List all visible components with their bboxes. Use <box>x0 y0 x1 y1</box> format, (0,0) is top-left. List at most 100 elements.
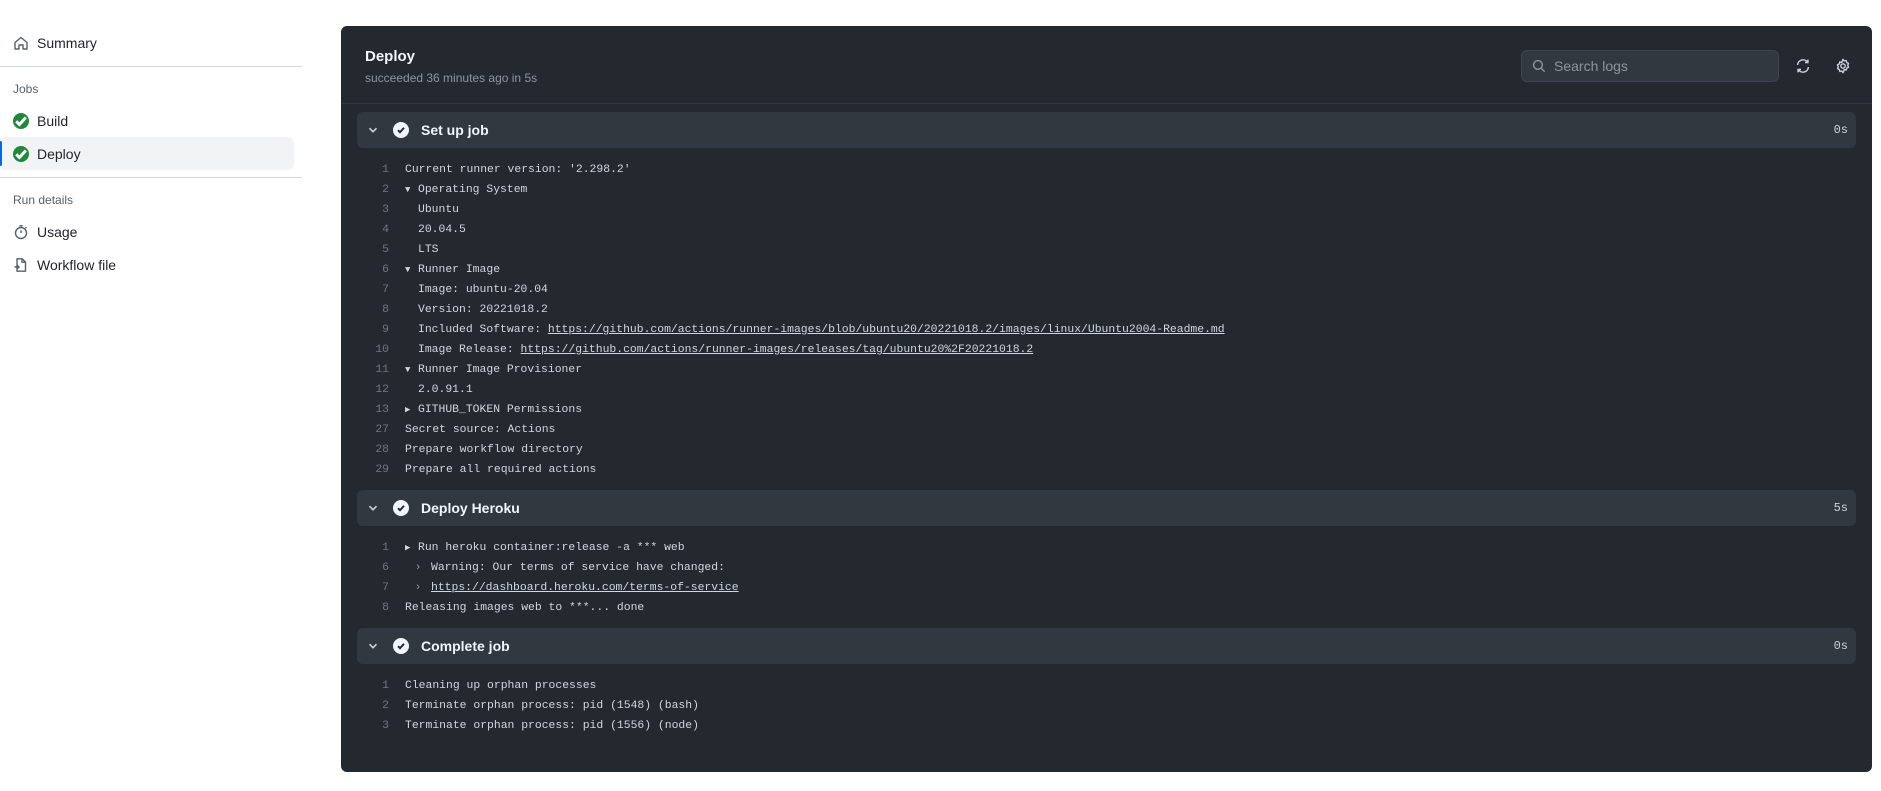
job-title: Deploy <box>365 48 416 65</box>
log-text: Releasing images web to ***... done <box>405 602 645 614</box>
log-line[interactable]: 11 ▼ Runner Image Provisioner <box>357 360 1856 380</box>
triangle-right-icon[interactable]: ▶ <box>405 543 418 553</box>
sidebar-divider <box>0 177 302 178</box>
log-link[interactable]: https://github.com/actions/runner-images… <box>521 344 1034 356</box>
log-link[interactable]: https://github.com/actions/runner-images… <box>548 324 1225 336</box>
job-log-panel: Deploy succeeded 36 minutes ago in 5s Se… <box>341 26 1872 772</box>
line-number[interactable]: 3 <box>357 720 405 732</box>
step-duration: 0s <box>1833 639 1848 653</box>
log-text: Current runner version: '2.298.2' <box>405 164 631 176</box>
run-details-heading: Run details <box>13 193 74 207</box>
line-number[interactable]: 6 <box>357 264 405 276</box>
stopwatch-icon <box>13 224 29 240</box>
log-text: 2.0.91.1 <box>418 384 473 396</box>
log-text: Ubuntu <box>418 204 460 216</box>
log-line[interactable]: 13 ▶ GITHUB_TOKEN Permissions <box>357 400 1856 420</box>
log-line: 2 Terminate orphan process: pid (1548) (b… <box>357 696 1856 716</box>
sidebar-item-label: Summary <box>37 34 97 51</box>
log-link[interactable]: https://dashboard.heroku.com/terms-of-se… <box>431 582 739 594</box>
line-number[interactable]: 2 <box>357 700 405 712</box>
triangle-down-icon[interactable]: ▼ <box>405 365 418 375</box>
line-number[interactable]: 2 <box>357 184 405 196</box>
log-line: 1 Cleaning up orphan processes <box>357 676 1856 696</box>
check-circle-icon <box>13 145 29 162</box>
line-number[interactable]: 6 <box>357 562 405 574</box>
line-number[interactable]: 5 <box>357 244 405 256</box>
sidebar-item-deploy[interactable]: Deploy <box>0 137 294 170</box>
log-text: Cleaning up orphan processes <box>405 680 597 692</box>
log-line: 29 Prepare all required actions <box>357 460 1856 480</box>
refresh-button[interactable] <box>1793 56 1813 76</box>
line-number[interactable]: 28 <box>357 444 405 456</box>
log-line: 28 Prepare workflow directory <box>357 440 1856 460</box>
log-text: Image: ubuntu-20.04 <box>418 284 548 296</box>
log-line: 5 LTS <box>357 240 1856 260</box>
line-number[interactable]: 12 <box>357 384 405 396</box>
sidebar-item-label: Deploy <box>37 145 81 162</box>
line-number[interactable]: 7 <box>357 284 405 296</box>
step-name: Deploy Heroku <box>421 500 520 516</box>
log-text: Run heroku container:release -a *** web <box>418 542 685 554</box>
log-line[interactable]: 1 ▶ Run heroku container:release -a *** we… <box>357 538 1856 558</box>
step-log: 1 Cleaning up orphan processes 2 Terminate … <box>357 664 1856 746</box>
log-text: Image Release: <box>418 344 521 356</box>
log-line: 7 Image: ubuntu-20.04 <box>357 280 1856 300</box>
log-line: 3 Terminate orphan process: pid (1556) (n… <box>357 716 1856 736</box>
log-text: Prepare workflow directory <box>405 444 583 456</box>
log-text: Warning: Our terms of service have chang… <box>431 562 725 574</box>
job-status-text: succeeded 36 minutes ago in 5s <box>365 71 538 85</box>
step-duration: 5s <box>1833 501 1848 515</box>
log-text: Operating System <box>418 184 528 196</box>
line-number[interactable]: 13 <box>357 404 405 416</box>
chevron-down-icon <box>365 638 381 654</box>
line-number[interactable]: 29 <box>357 464 405 476</box>
search-logs-box[interactable] <box>1521 50 1779 82</box>
line-number[interactable]: 4 <box>357 224 405 236</box>
log-line[interactable]: 6 ▼ Runner Image <box>357 260 1856 280</box>
home-icon <box>13 35 29 51</box>
sidebar-item-usage[interactable]: Usage <box>0 215 294 248</box>
check-circle-icon <box>393 638 409 654</box>
settings-button[interactable] <box>1833 56 1853 76</box>
log-text: LTS <box>418 244 439 256</box>
sidebar-item-summary[interactable]: Summary <box>0 26 294 59</box>
triangle-right-icon[interactable]: ▶ <box>405 405 418 415</box>
run-sidebar: Summary Jobs Build Deploy Run details Us… <box>0 26 302 281</box>
step-log: 1 ▶ Run heroku container:release -a *** we… <box>357 526 1856 628</box>
log-line: 6 › Warning: Our terms of service have cha… <box>357 558 1856 578</box>
sidebar-item-build[interactable]: Build <box>0 104 294 137</box>
line-number[interactable]: 7 <box>357 582 405 594</box>
sidebar-item-label: Build <box>37 112 69 129</box>
line-number[interactable]: 11 <box>357 364 405 376</box>
step-header[interactable]: Deploy Heroku 5s <box>357 490 1856 526</box>
sidebar-item-workflow-file[interactable]: Workflow file <box>0 248 294 281</box>
line-number[interactable]: 27 <box>357 424 405 436</box>
chevron-right-icon: › <box>414 582 422 594</box>
triangle-down-icon[interactable]: ▼ <box>405 185 418 195</box>
sync-icon <box>1795 58 1811 74</box>
step-header[interactable]: Complete job 0s <box>357 628 1856 664</box>
line-number[interactable]: 8 <box>357 304 405 316</box>
chevron-right-icon: › <box>414 562 422 574</box>
gear-icon <box>1835 58 1851 74</box>
line-number[interactable]: 1 <box>357 542 405 554</box>
log-line: 3 Ubuntu <box>357 200 1856 220</box>
line-number[interactable]: 3 <box>357 204 405 216</box>
chevron-down-icon <box>365 122 381 138</box>
line-number[interactable]: 10 <box>357 344 405 356</box>
log-line: 7 › https://dashboard.heroku.com/terms-of-… <box>357 578 1856 598</box>
log-line: 27 Secret source: Actions <box>357 420 1856 440</box>
log-line: 10 Image Release: https://github.com/acti… <box>357 340 1856 360</box>
file-icon <box>13 257 29 273</box>
line-number[interactable]: 9 <box>357 324 405 336</box>
line-number[interactable]: 1 <box>357 680 405 692</box>
line-number[interactable]: 8 <box>357 602 405 614</box>
log-line: 4 20.04.5 <box>357 220 1856 240</box>
line-number[interactable]: 1 <box>357 164 405 176</box>
log-line[interactable]: 2 ▼ Operating System <box>357 180 1856 200</box>
step-header[interactable]: Set up job 0s <box>357 112 1856 148</box>
log-text: Secret source: Actions <box>405 424 556 436</box>
triangle-down-icon[interactable]: ▼ <box>405 265 418 275</box>
search-logs-input[interactable] <box>1554 58 1764 74</box>
log-text: Terminate orphan process: pid (1556) (no… <box>405 720 699 732</box>
